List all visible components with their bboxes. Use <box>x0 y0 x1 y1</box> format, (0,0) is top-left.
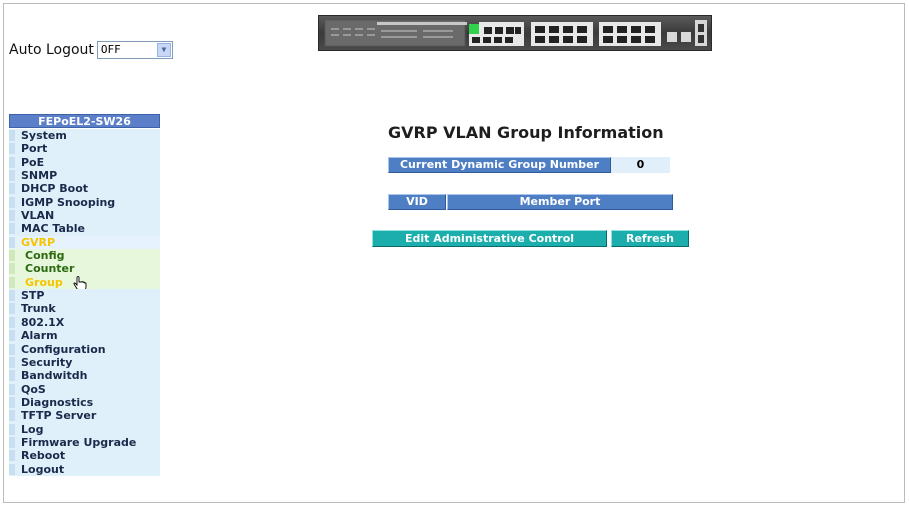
auto-logout-label: Auto Logout <box>9 42 94 58</box>
auto-logout-select[interactable]: OFF ▼ <box>96 41 173 59</box>
sidebar-item-vlan[interactable]: VLAN <box>9 209 160 223</box>
sidebar-item-configuration[interactable]: Configuration <box>9 342 160 356</box>
refresh-button[interactable]: Refresh <box>611 230 689 247</box>
dynamic-group-number-value: 0 <box>611 157 670 173</box>
sidebar-item-gvrp[interactable]: GVRP <box>9 235 160 250</box>
sidebar-item-security[interactable]: Security <box>9 355 160 370</box>
sidebar-item-bandwidth[interactable]: Bandwitdh <box>9 369 160 383</box>
sidebar-item-trunk[interactable]: Trunk <box>9 302 160 316</box>
dynamic-group-number-label: Current Dynamic Group Number <box>388 157 611 173</box>
sidebar-item-system[interactable]: System <box>9 129 160 143</box>
sidebar-item-reboot[interactable]: Reboot <box>9 449 160 463</box>
sidebar-item-alarm[interactable]: Alarm <box>9 329 160 343</box>
sidebar-subitem-counter[interactable]: Counter <box>9 262 160 276</box>
sidebar-item-logout[interactable]: Logout <box>9 462 160 476</box>
auto-logout: Auto Logout OFF ▼ <box>9 41 173 59</box>
sidebar-item-log[interactable]: Log <box>9 422 160 436</box>
sidebar-item-igmp-snooping[interactable]: IGMP Snooping <box>9 195 160 210</box>
sidebar-subitem-config[interactable]: Config <box>9 249 160 263</box>
chevron-down-icon[interactable]: ▼ <box>156 43 171 57</box>
sidebar-header: FEPoEL2-SW26 <box>9 114 160 128</box>
column-header-member-port: Member Port <box>447 194 673 210</box>
sidebar-item-qos[interactable]: QoS <box>9 382 160 396</box>
sidebar-item-poe[interactable]: PoE <box>9 155 160 170</box>
sidebar-item-dhcp-boot[interactable]: DHCP Boot <box>9 182 160 196</box>
sidebar-item-tftp-server[interactable]: TFTP Server <box>9 409 160 423</box>
page-title: GVRP VLAN Group Information <box>388 123 664 142</box>
edit-administrative-control-button[interactable]: Edit Administrative Control <box>372 230 607 247</box>
sidebar-subitem-group-label: Group <box>25 275 63 289</box>
sidebar: FEPoEL2-SW26 System Port PoE SNMP DHCP B… <box>9 114 160 476</box>
sidebar-item-snmp[interactable]: SNMP <box>9 169 160 183</box>
sidebar-item-firmware-upgrade[interactable]: Firmware Upgrade <box>9 435 160 450</box>
sidebar-item-port[interactable]: Port <box>9 142 160 156</box>
switch-panel-graphic <box>324 19 707 47</box>
sidebar-item-stp[interactable]: STP <box>9 289 160 303</box>
auto-logout-value: OFF <box>100 43 121 56</box>
sidebar-item-mac-table[interactable]: MAC Table <box>9 222 160 236</box>
switch-panel-image <box>318 15 712 51</box>
sidebar-item-diagnostics[interactable]: Diagnostics <box>9 395 160 410</box>
sidebar-item-8021x[interactable]: 802.1X <box>9 315 160 330</box>
column-header-vid: VID <box>388 194 446 210</box>
sidebar-subitem-group[interactable]: Group <box>9 275 160 293</box>
